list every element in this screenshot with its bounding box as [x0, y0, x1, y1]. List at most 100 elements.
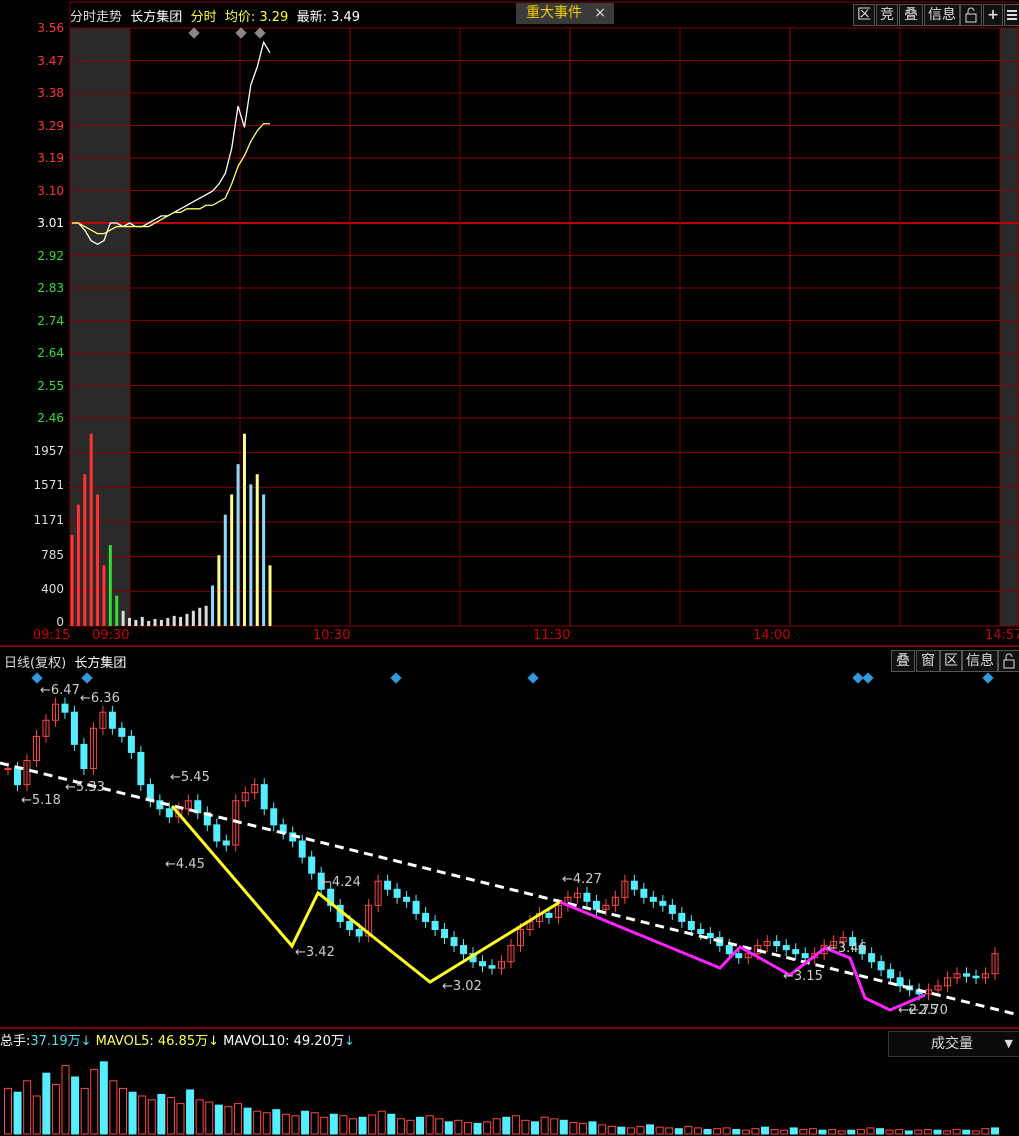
daily-volume-bar [588, 1121, 597, 1135]
toolbar-info-button[interactable]: 信息 [924, 4, 960, 26]
price-tick: 3.38 [37, 86, 64, 100]
toolbar-overlay-button[interactable]: 叠 [899, 4, 923, 26]
daily-volume-bar [531, 1121, 540, 1135]
daily-volume-bar [741, 1129, 750, 1135]
daily-volume-bar [962, 1129, 971, 1135]
event-marker-icon [527, 672, 539, 684]
volume-tick: 785 [41, 547, 64, 562]
daily-overlay-button[interactable]: 叠 [891, 650, 915, 672]
price-annotation: ←5.45 [170, 770, 210, 785]
chevron-down-icon: ▼ [1004, 1037, 1013, 1050]
volume-bar [230, 494, 234, 626]
volume-bar [198, 607, 202, 626]
lock-icon[interactable] [960, 4, 982, 26]
daily-window-button[interactable]: 窗 [916, 650, 940, 672]
candle-body [213, 824, 221, 842]
time-tick-1130: 11:30 [533, 628, 571, 643]
candle-body [384, 880, 392, 890]
daily-volume-bar [569, 1122, 578, 1135]
daily-title[interactable]: 日线(复权) [4, 656, 66, 671]
price-annotation: ←3.02 [442, 979, 482, 994]
indicator-dropdown[interactable]: 成交量 ▼ [888, 1031, 1019, 1057]
daily-lock-icon[interactable] [998, 650, 1019, 672]
volume-bar [153, 618, 157, 626]
daily-volume-bar [138, 1095, 147, 1135]
daily-volume-bar [99, 1061, 108, 1135]
daily-volume-bar [463, 1122, 472, 1135]
price-tick: 3.19 [37, 151, 64, 165]
volume-bar [134, 619, 138, 626]
daily-range-button[interactable]: 区 [940, 650, 962, 672]
daily-volume-bar [90, 1068, 99, 1135]
volume-bar [96, 494, 100, 626]
event-marker-icon [852, 672, 864, 684]
daily-volume-bar [71, 1076, 80, 1135]
volume-bar [262, 494, 266, 626]
mavol10-value: 49.20万 [293, 1034, 344, 1049]
daily-volume-bar [799, 1128, 808, 1135]
volume-bar [89, 433, 93, 626]
daily-volume-bar [789, 1127, 798, 1135]
daily-volume-bar [406, 1119, 415, 1135]
daily-volume-bar [895, 1128, 904, 1135]
price-tick: 3.29 [37, 118, 64, 133]
daily-volume-bar [885, 1129, 894, 1135]
daily-volume-bar [684, 1125, 693, 1135]
volume-bar [127, 617, 131, 626]
volume-bar [211, 585, 215, 626]
daily-volume-bar [502, 1116, 511, 1135]
volume-bar [102, 565, 106, 626]
menu-icon[interactable] [1004, 4, 1019, 26]
daily-volume-bar [540, 1116, 549, 1135]
candle-body [896, 977, 904, 987]
candle-body [545, 912, 553, 918]
avg-price-value: 3.29 [259, 10, 289, 25]
volume-bar [185, 613, 189, 626]
toolbar-range-button[interactable]: 区 [853, 4, 875, 26]
event-marker-icon [390, 672, 402, 684]
daily-volume-bar [310, 1112, 319, 1135]
event-marker-icon [254, 27, 266, 39]
intraday-mode: 分时 [190, 10, 217, 25]
daily-volume-bar [157, 1093, 166, 1135]
candle-body [972, 975, 980, 979]
intraday-tab-label[interactable]: 分时走势 [70, 10, 122, 25]
daily-volume-bar [186, 1089, 195, 1135]
daily-volume-bar [358, 1116, 367, 1135]
price-annotation: ←2.70 [908, 1003, 948, 1018]
intraday-header: 分时走势 长方集团 分时 均价: 3.29 最新: 3.49 [70, 6, 360, 25]
candle-body [127, 735, 135, 753]
volume-bar [236, 464, 240, 626]
price-annotation: ←5.33 [65, 780, 105, 795]
daily-volume-bar [646, 1124, 655, 1135]
daily-volume-bar [483, 1121, 492, 1135]
daily-volume-bar [301, 1110, 310, 1135]
price-tick: 3.10 [37, 183, 64, 198]
price-annotation: ←4.27 [562, 872, 602, 887]
candle-body [308, 856, 316, 874]
candle-body [792, 949, 800, 955]
major-event-tag[interactable]: 重大事件 × [516, 3, 614, 24]
price-annotation: ←5.18 [21, 793, 61, 808]
total-volume-label: 总手: [0, 1034, 31, 1049]
daily-info-button[interactable]: 信息 [962, 650, 998, 672]
candle-body [725, 945, 733, 955]
daily-volume-bar [262, 1112, 271, 1135]
daily-volume-bar [454, 1119, 463, 1135]
candle-body [450, 937, 458, 947]
mavol5-value: 46.85万 [157, 1034, 209, 1049]
time-tick-0915: 09:15 [33, 628, 71, 643]
daily-volume-bar [387, 1113, 396, 1135]
daily-volume-bar [828, 1128, 837, 1135]
close-icon[interactable]: × [594, 3, 606, 24]
toolbar-auction-button[interactable]: 竞 [876, 4, 898, 26]
candle-body [697, 929, 705, 935]
volume-bar [76, 504, 80, 626]
candle-body [108, 711, 116, 729]
daily-volume-bar [818, 1129, 827, 1135]
volume-bar [179, 616, 183, 626]
candle-body [460, 945, 468, 955]
price-tick: 2.74 [37, 313, 64, 328]
daily-volume-bar [118, 1087, 127, 1135]
plus-icon[interactable]: + [983, 4, 1003, 26]
